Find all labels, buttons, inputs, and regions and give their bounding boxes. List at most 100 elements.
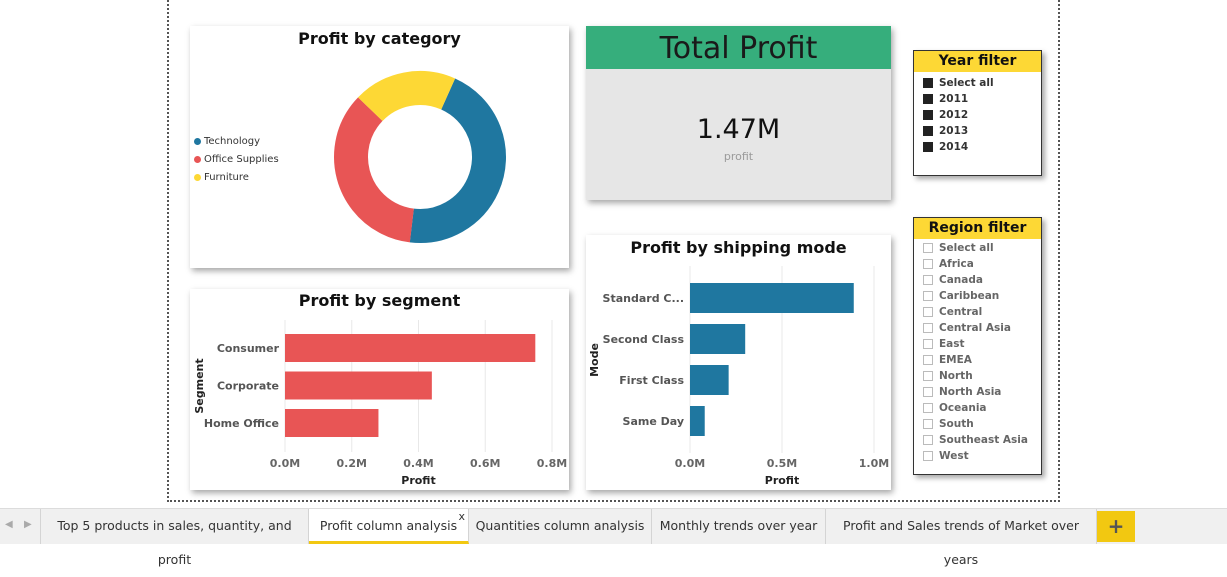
y-category-label: Second Class <box>603 333 685 346</box>
x-tick-label: 0.8M <box>537 457 567 470</box>
checkbox-checked-icon[interactable] <box>923 94 933 104</box>
region-filter-item-label: East <box>939 338 965 350</box>
year-filter-item-label: 2013 <box>939 125 969 137</box>
year-filter-slicer[interactable]: Year filter Select all 2011 2012 2013 2014 <box>913 50 1042 176</box>
region-filter-item-label: Central Asia <box>939 322 1011 334</box>
x-tick-label: 0.0M <box>270 457 300 470</box>
y-category-label: Standard C... <box>603 292 684 305</box>
tab-quantities-column-analysis[interactable]: Quantities column analysis <box>469 509 652 544</box>
region-filter-slicer[interactable]: Region filter Select all Africa Canada Cari… <box>913 217 1042 475</box>
total-profit-card[interactable]: Total Profit 1.47M profit <box>586 26 891 200</box>
checkbox-icon[interactable] <box>923 371 933 381</box>
region-filter-item[interactable]: Canada <box>914 272 1041 288</box>
total-profit-label: profit <box>723 150 754 163</box>
region-filter-item[interactable]: East <box>914 336 1041 352</box>
region-filter-item[interactable]: Southeast Asia <box>914 432 1041 448</box>
category-donut-chart[interactable] <box>190 26 569 268</box>
bar[interactable] <box>285 371 432 400</box>
region-filter-item[interactable]: West <box>914 448 1041 464</box>
checkbox-icon[interactable] <box>923 259 933 269</box>
year-filter-item[interactable]: 2013 <box>914 123 1041 139</box>
checkbox-checked-icon[interactable] <box>923 126 933 136</box>
add-page-button[interactable]: + <box>1097 511 1135 542</box>
tab-label: Profit column analysis <box>319 518 458 533</box>
x-tick-label: 0.4M <box>403 457 433 470</box>
region-filter-item-label: North Asia <box>939 386 1002 398</box>
region-filter-item[interactable]: Central Asia <box>914 320 1041 336</box>
profit-by-segment-card[interactable]: Profit by segment 0.0M 0.2M 0.4M 0.6M 0.8M Co… <box>190 289 569 490</box>
tab-next-icon[interactable]: ▶ <box>24 519 32 530</box>
profit-by-shipping-card[interactable]: Profit by shipping mode 0.0M 0.5M 1.0M Stan… <box>586 235 891 490</box>
checkbox-icon[interactable] <box>923 355 933 365</box>
bar[interactable] <box>690 365 729 395</box>
y-category-label: Consumer <box>217 342 280 355</box>
checkbox-icon[interactable] <box>923 243 933 253</box>
region-filter-item-label: Oceania <box>939 402 987 414</box>
x-tick-label: 0.5M <box>767 457 797 470</box>
x-tick-label: 1.0M <box>859 457 889 470</box>
year-filter-item-label: 2012 <box>939 109 969 121</box>
bar[interactable] <box>690 283 854 313</box>
checkbox-icon[interactable] <box>923 323 933 333</box>
year-filter-item[interactable]: Select all <box>914 75 1041 91</box>
y-axis-title: Mode <box>588 343 601 377</box>
region-filter-item[interactable]: North <box>914 368 1041 384</box>
x-tick-label: 0.0M <box>675 457 705 470</box>
checkbox-icon[interactable] <box>923 275 933 285</box>
year-filter-item[interactable]: 2014 <box>914 139 1041 155</box>
checkbox-icon[interactable] <box>923 339 933 349</box>
x-tick-label: 0.2M <box>337 457 367 470</box>
year-filter-item-label: 2011 <box>939 93 969 105</box>
tab-top-5-products[interactable]: Top 5 products in sales, quantity, and p… <box>40 509 309 567</box>
checkbox-icon[interactable] <box>923 451 933 461</box>
checkbox-icon[interactable] <box>923 291 933 301</box>
region-filter-item-label: EMEA <box>939 354 972 366</box>
profit-by-category-card[interactable]: Profit by category Technology Office Sup… <box>190 26 569 268</box>
tab-profit-column-analysis[interactable]: Profit column analysis x <box>309 509 469 544</box>
x-axis-title: Profit <box>765 474 799 487</box>
region-filter-item[interactable]: South <box>914 416 1041 432</box>
total-profit-header: Total Profit <box>586 26 891 69</box>
region-filter-item-label: Canada <box>939 274 983 286</box>
close-icon[interactable]: x <box>458 500 465 534</box>
region-filter-title: Region filter <box>914 218 1041 239</box>
region-filter-item[interactable]: Select all <box>914 240 1041 256</box>
year-filter-title: Year filter <box>914 51 1041 72</box>
bar[interactable] <box>285 334 536 362</box>
region-filter-item-label: West <box>939 450 969 462</box>
checkbox-icon[interactable] <box>923 387 933 397</box>
bar[interactable] <box>690 324 746 354</box>
segment-bar-chart[interactable]: 0.0M 0.2M 0.4M 0.6M 0.8M Consumer Corporate Hom… <box>190 289 569 490</box>
year-filter-item-label: Select all <box>939 77 994 89</box>
tab-monthly-trends[interactable]: Monthly trends over year <box>652 509 826 544</box>
tab-profit-sales-trends[interactable]: Profit and Sales trends of Market over y… <box>826 509 1097 567</box>
region-filter-item[interactable]: Caribbean <box>914 288 1041 304</box>
checkbox-checked-icon[interactable] <box>923 110 933 120</box>
year-filter-list: Select all 2011 2012 2013 2014 <box>914 72 1041 155</box>
year-filter-item[interactable]: 2011 <box>914 91 1041 107</box>
year-filter-item-label: 2014 <box>939 141 969 153</box>
region-filter-item[interactable]: EMEA <box>914 352 1041 368</box>
checkbox-icon[interactable] <box>923 435 933 445</box>
checkbox-icon[interactable] <box>923 307 933 317</box>
y-axis-title: Segment <box>193 358 206 413</box>
region-filter-item[interactable]: Central <box>914 304 1041 320</box>
region-filter-item[interactable]: Africa <box>914 256 1041 272</box>
y-category-label: First Class <box>619 374 684 387</box>
region-filter-item-label: Southeast Asia <box>939 434 1028 446</box>
checkbox-checked-icon[interactable] <box>923 78 933 88</box>
year-filter-item[interactable]: 2012 <box>914 107 1041 123</box>
checkbox-checked-icon[interactable] <box>923 142 933 152</box>
checkbox-icon[interactable] <box>923 403 933 413</box>
region-filter-item[interactable]: North Asia <box>914 384 1041 400</box>
checkbox-icon[interactable] <box>923 419 933 429</box>
bar[interactable] <box>690 406 705 436</box>
region-filter-item[interactable]: Oceania <box>914 400 1041 416</box>
region-filter-list: Select all Africa Canada Caribbean Central Ce… <box>914 239 1041 464</box>
x-tick-label: 0.6M <box>470 457 500 470</box>
bar[interactable] <box>285 409 379 437</box>
shipping-bar-chart[interactable]: 0.0M 0.5M 1.0M Standard C... Second Class Fir… <box>586 235 891 490</box>
y-category-label: Same Day <box>623 415 684 428</box>
y-category-label: Corporate <box>217 380 279 393</box>
tab-prev-icon[interactable]: ◀ <box>5 519 13 530</box>
